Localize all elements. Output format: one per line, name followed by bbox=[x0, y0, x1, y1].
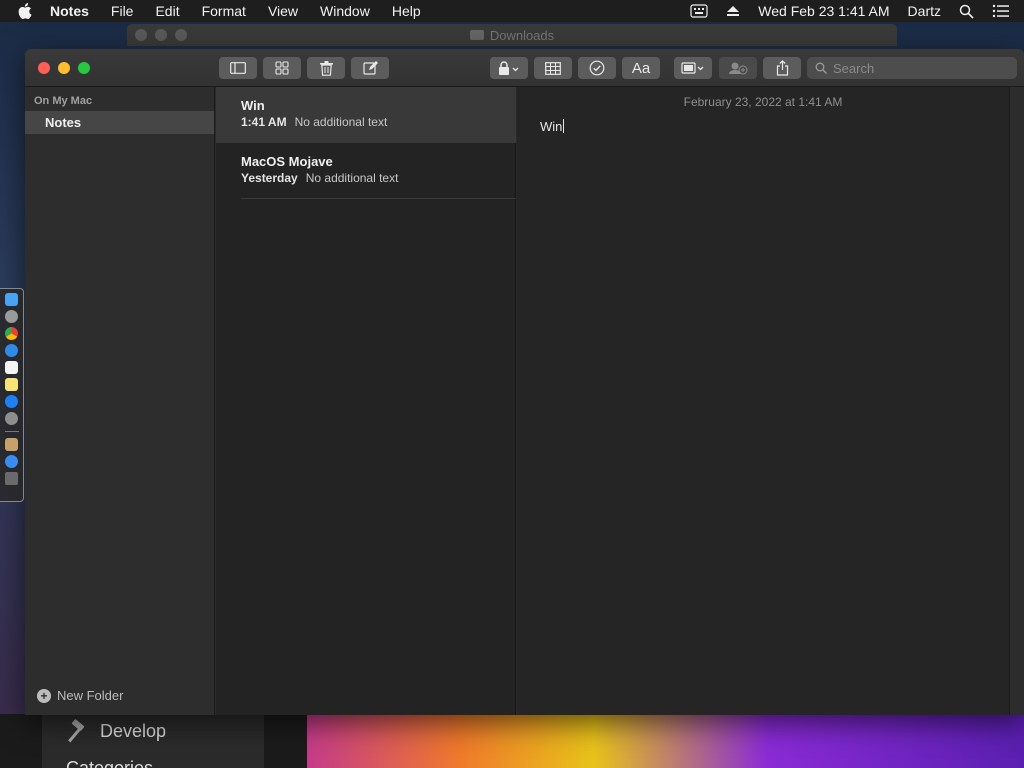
new-folder-button[interactable]: + New Folder bbox=[37, 688, 123, 703]
note-title: Win bbox=[241, 98, 265, 113]
background-develop-item[interactable]: Develop bbox=[62, 718, 166, 744]
dock bbox=[0, 288, 24, 502]
background-finder-window[interactable]: Downloads bbox=[127, 24, 897, 46]
notes-toolbar: Aa bbox=[25, 49, 1024, 87]
new-folder-label: New Folder bbox=[57, 688, 124, 703]
menu-bar: Notes File Edit Format View Window Help … bbox=[0, 0, 1024, 22]
system-preferences-dock-icon[interactable] bbox=[5, 412, 18, 425]
menu-file[interactable]: File bbox=[111, 3, 134, 19]
note-date: February 23, 2022 at 1:41 AM bbox=[683, 95, 843, 109]
window-controls bbox=[38, 62, 90, 74]
add-people-button[interactable] bbox=[719, 57, 757, 79]
downloads-stack-dock-icon[interactable] bbox=[5, 438, 18, 451]
menubar-clock[interactable]: Wed Feb 23 1:41 AM bbox=[758, 3, 889, 19]
lock-note-button[interactable] bbox=[490, 57, 528, 79]
note-separator bbox=[241, 198, 516, 199]
new-note-button[interactable] bbox=[351, 57, 389, 79]
sidebar-section-title: On My Mac bbox=[34, 95, 93, 107]
note-time: Yesterday bbox=[241, 171, 298, 185]
trash-icon bbox=[319, 60, 333, 76]
trash-dock-icon[interactable] bbox=[5, 472, 18, 485]
note-title: MacOS Mojave bbox=[241, 154, 333, 169]
delete-note-button[interactable] bbox=[307, 57, 345, 79]
folder-icon bbox=[469, 30, 484, 40]
note-editor[interactable]: February 23, 2022 at 1:41 AM Win bbox=[517, 87, 1024, 715]
gallery-view-button[interactable] bbox=[263, 57, 301, 79]
toggle-sidebar-button[interactable] bbox=[219, 57, 257, 79]
folders-sidebar: On My Mac Notes + New Folder bbox=[25, 87, 215, 715]
lock-icon bbox=[498, 61, 520, 75]
insert-table-button[interactable] bbox=[534, 57, 572, 79]
editor-scrollbar[interactable] bbox=[1009, 87, 1024, 715]
note-preview: No additional text bbox=[294, 115, 388, 129]
background-app-area: Develop Categories bbox=[0, 714, 1024, 768]
zoom-window-button[interactable] bbox=[78, 62, 90, 74]
plus-circle-icon: + bbox=[37, 688, 51, 703]
hammer-icon bbox=[62, 718, 88, 744]
eject-icon[interactable] bbox=[726, 5, 740, 17]
note-meta: 1:41 AM No additional text bbox=[241, 115, 387, 129]
share-icon bbox=[776, 60, 789, 76]
checkmark-circle-icon bbox=[589, 60, 605, 76]
table-icon bbox=[545, 61, 561, 75]
dock-divider bbox=[4, 431, 19, 432]
note-preview: No additional text bbox=[305, 171, 399, 185]
menu-view[interactable]: View bbox=[268, 3, 298, 19]
note-meta: Yesterday No additional text bbox=[241, 171, 398, 185]
note-time: 1:41 AM bbox=[241, 115, 287, 129]
photo-icon bbox=[681, 61, 705, 75]
safari-dock-icon[interactable] bbox=[5, 344, 18, 357]
notes-window: Aa On My Mac Notes bbox=[25, 49, 1024, 715]
spotlight-search-icon[interactable] bbox=[959, 4, 974, 19]
note-body-text[interactable]: Win bbox=[540, 119, 565, 134]
share-button[interactable] bbox=[763, 57, 801, 79]
launchpad-dock-icon[interactable] bbox=[5, 310, 18, 323]
menubar-user[interactable]: Dartz bbox=[908, 3, 941, 19]
text-cursor bbox=[563, 119, 565, 133]
font-icon: Aa bbox=[631, 59, 651, 77]
add-people-icon bbox=[728, 61, 748, 75]
calendar-dock-icon[interactable] bbox=[5, 361, 18, 374]
background-window-title: Downloads bbox=[489, 27, 555, 43]
search-input[interactable] bbox=[833, 60, 983, 76]
menu-app-notes[interactable]: Notes bbox=[50, 3, 89, 19]
app-store-stack-dock-icon[interactable] bbox=[5, 455, 18, 468]
background-window-controls bbox=[135, 29, 187, 41]
note-list: Win 1:41 AM No additional text MacOS Moja… bbox=[216, 87, 516, 715]
add-media-button[interactable] bbox=[674, 57, 712, 79]
chrome-dock-icon[interactable] bbox=[5, 327, 18, 340]
app-store-dock-icon[interactable] bbox=[5, 395, 18, 408]
background-categories-label: Categories bbox=[66, 758, 154, 768]
checklist-button[interactable] bbox=[578, 57, 616, 79]
notification-center-icon[interactable] bbox=[992, 4, 1010, 18]
grid-icon bbox=[275, 61, 289, 75]
search-icon bbox=[815, 62, 827, 74]
menu-help[interactable]: Help bbox=[392, 3, 421, 19]
search-field[interactable] bbox=[807, 57, 1017, 79]
format-text-button[interactable]: Aa bbox=[622, 57, 660, 79]
compose-icon bbox=[362, 60, 378, 76]
note-body-content[interactable]: Win bbox=[540, 119, 562, 134]
note-list-item[interactable]: Win 1:41 AM No additional text bbox=[216, 87, 516, 143]
menu-format[interactable]: Format bbox=[202, 3, 246, 19]
apple-menu-icon[interactable] bbox=[18, 3, 38, 19]
keyboard-icon[interactable] bbox=[690, 4, 708, 18]
sidebar-folder-notes[interactable]: Notes bbox=[25, 111, 214, 134]
background-develop-label: Develop bbox=[100, 720, 167, 741]
sidebar-folder-label: Notes bbox=[45, 115, 82, 130]
menu-edit[interactable]: Edit bbox=[155, 3, 179, 19]
minimize-window-button[interactable] bbox=[58, 62, 70, 74]
note-list-item[interactable]: MacOS Mojave Yesterday No additional text bbox=[216, 143, 516, 199]
finder-dock-icon[interactable] bbox=[5, 293, 18, 306]
close-window-button[interactable] bbox=[38, 62, 50, 74]
menu-window[interactable]: Window bbox=[320, 3, 370, 19]
sidebar-icon bbox=[230, 62, 246, 74]
notes-dock-icon[interactable] bbox=[5, 378, 18, 391]
